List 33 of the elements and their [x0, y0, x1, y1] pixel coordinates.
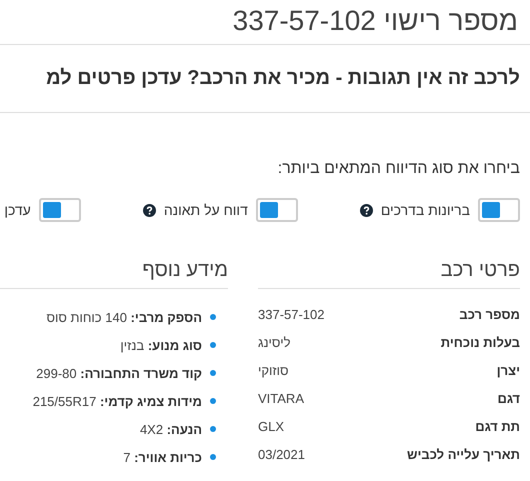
section-heading: מידע נוסף: [142, 258, 228, 283]
bullet-icon: [210, 314, 216, 320]
toggle-switch[interactable]: [256, 198, 298, 222]
bullet-icon: [210, 398, 216, 404]
help-icon[interactable]: [142, 204, 156, 216]
detail-value: GLX: [258, 418, 284, 436]
help-icon[interactable]: [360, 204, 373, 216]
toggle-label: דווח על תאונה: [164, 202, 248, 218]
detail-label: יצרן: [496, 362, 520, 380]
info-item: הספק מרבי: 140 כוחות סוס: [46, 310, 202, 324]
bullet-icon: [210, 454, 216, 460]
bullet-icon: [210, 342, 216, 348]
page-title: מספר רישוי 337-57-102: [232, 4, 518, 38]
detail-label: תת דגם: [475, 418, 520, 436]
detail-label: דגם: [497, 390, 520, 408]
bullet-icon: [210, 370, 216, 376]
detail-label: תאריך עלייה לכביש: [407, 446, 520, 464]
detail-label: מספר רכב: [459, 306, 520, 324]
info-item: סוג מנוע: בנזין: [120, 338, 202, 352]
toggle-label: עדכן: [4, 202, 31, 218]
section-heading: פרטי רכב: [440, 258, 520, 283]
report-prompt: ביחרו את סוג הדיווח המתאים ביותר:: [278, 159, 520, 179]
detail-value: 337-57-102: [258, 306, 324, 324]
notice-heading: לרכב זה אין תגובות - מכיר את הרכב? עדכן פרטים למ: [46, 66, 520, 91]
detail-value: 03/2021: [258, 446, 305, 464]
detail-value: VITARA: [258, 390, 304, 408]
toggle-label: בריונות בדרכים: [380, 202, 470, 218]
toggle-switch[interactable]: [38, 198, 81, 222]
detail-label: בעלות נוכחית: [440, 334, 520, 352]
bullet-icon: [210, 426, 216, 432]
detail-value: סוזוקי: [258, 362, 289, 380]
toggle-switch[interactable]: [478, 198, 520, 222]
detail-value: ליסינג: [258, 334, 290, 352]
